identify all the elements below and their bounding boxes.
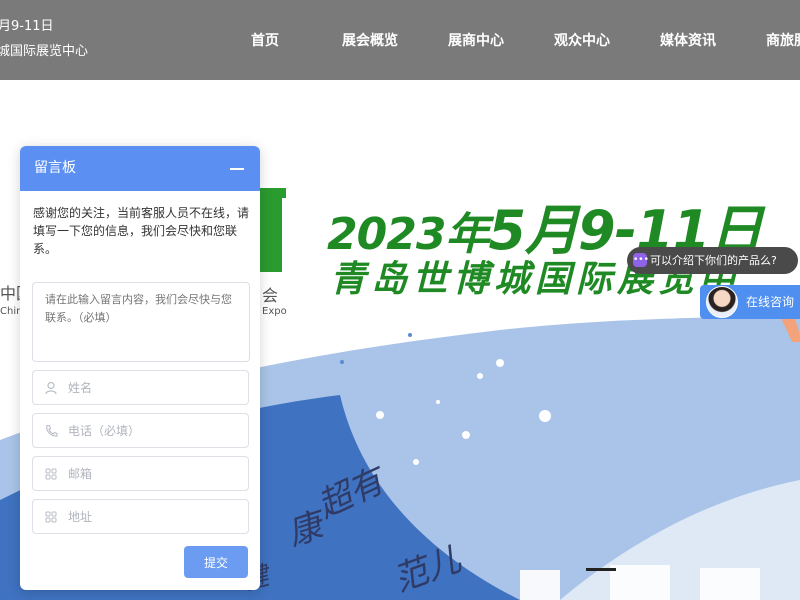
phone-icon	[44, 424, 58, 438]
message-board-header: 留言板	[20, 146, 260, 191]
email-input[interactable]	[68, 457, 243, 490]
chat-icon: •••	[633, 253, 649, 267]
nav-overview[interactable]: 展会概览	[342, 30, 398, 50]
slider-indicator[interactable]	[586, 568, 616, 571]
online-consult-label: 在线咨询	[746, 295, 795, 309]
online-consult-button[interactable]: 在线咨询	[700, 285, 800, 319]
submit-button[interactable]: 提交	[184, 546, 248, 578]
name-input[interactable]	[68, 371, 243, 404]
nav-travel[interactable]: 商旅服	[766, 30, 800, 50]
logo-letter-block	[260, 188, 282, 272]
address-field[interactable]	[32, 499, 249, 534]
site-header: 月9-11日 城国际展览中心 首页 展会概览 展商中心 观众中心 媒体资讯 商旅…	[0, 0, 800, 80]
message-board-title: 留言板	[34, 160, 76, 176]
grid-icon	[44, 510, 58, 524]
name-field[interactable]	[32, 370, 249, 405]
nav-home[interactable]: 首页	[251, 30, 279, 50]
logo-en-tail: Expo	[262, 306, 287, 317]
chat-prompt-bubble[interactable]: ••• 可以介绍下你们的产品么?	[627, 247, 798, 274]
message-textarea[interactable]	[32, 282, 250, 362]
email-field[interactable]	[32, 456, 249, 491]
message-board: 留言板 感谢您的关注，当前客服人员不在线，请填写一下您的信息，我们会尽快和您联系…	[20, 146, 260, 590]
phone-input[interactable]	[68, 414, 243, 447]
user-icon	[44, 381, 58, 395]
main-nav: 首页 展会概览 展商中心 观众中心 媒体资讯 商旅服	[0, 0, 800, 80]
grid-icon	[44, 467, 58, 481]
minimize-icon[interactable]	[230, 168, 244, 170]
logo-letter-bar	[260, 188, 286, 198]
address-input[interactable]	[68, 500, 243, 533]
phone-field[interactable]	[32, 413, 249, 448]
logo-cn-tail: 会	[262, 286, 279, 305]
nav-exhibitor[interactable]: 展商中心	[448, 30, 504, 50]
nav-media[interactable]: 媒体资讯	[660, 30, 716, 50]
nav-visitor[interactable]: 观众中心	[554, 30, 610, 50]
message-board-intro: 感谢您的关注，当前客服人员不在线，请填写一下您的信息，我们会尽快和您联系。	[33, 206, 250, 256]
chat-prompt-text: 可以介绍下你们的产品么?	[650, 254, 777, 267]
agent-avatar	[706, 286, 738, 318]
